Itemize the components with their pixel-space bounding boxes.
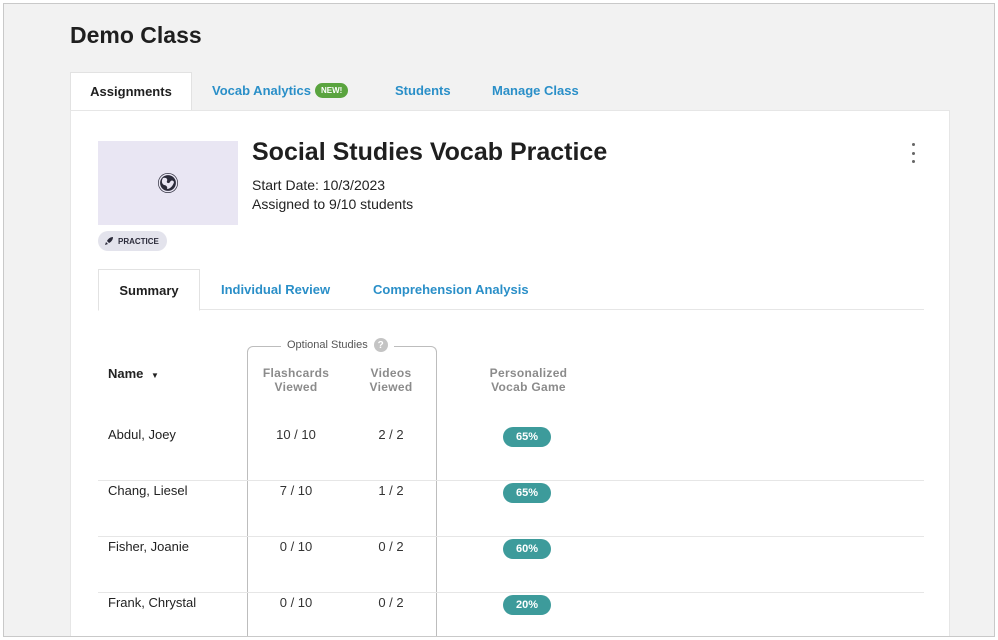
flashcards-header: Flashcards Viewed: [256, 366, 336, 394]
assignment-thumbnail: [98, 141, 238, 225]
game-header-line2: Vocab Game: [491, 380, 566, 394]
flashcards-header-line1: Flashcards: [262, 366, 330, 380]
videos-value: 0 / 2: [378, 595, 404, 610]
new-badge: NEW!: [314, 83, 349, 98]
table-row[interactable]: Fisher, Joanie 0 / 10 0 / 2 60%: [98, 537, 924, 593]
app-frame: Demo Class Assignments Vocab Analytics NE…: [3, 3, 995, 637]
flashcards-header-line2: Viewed: [274, 380, 318, 394]
rocket-icon: [105, 237, 113, 245]
videos-value: 0 / 2: [378, 539, 404, 554]
game-header-line1: Personalized: [489, 366, 568, 380]
videos-header-line2: Viewed: [369, 380, 413, 394]
flashcards-value: 0 / 10: [279, 539, 313, 554]
student-name: Fisher, Joanie: [108, 539, 189, 554]
flashcards-value: 7 / 10: [279, 483, 313, 498]
score-badge: 65%: [503, 427, 551, 447]
videos-value: 1 / 2: [378, 483, 404, 498]
assignment-card: PRACTICE Social Studies Vocab Practice S…: [70, 110, 950, 636]
tab-summary[interactable]: Summary: [98, 269, 200, 311]
help-icon[interactable]: ?: [373, 338, 388, 352]
tab-vocab-analytics-label: Vocab Analytics: [212, 83, 311, 98]
tab-students[interactable]: Students: [395, 72, 451, 110]
practice-badge-label: PRACTICE: [118, 236, 159, 246]
flashcards-value: 10 / 10: [276, 427, 316, 442]
tab-vocab-analytics[interactable]: Vocab Analytics NEW!: [212, 72, 349, 110]
game-header: Personalized Vocab Game: [476, 366, 581, 394]
name-column-header[interactable]: Name ▼: [108, 366, 159, 381]
tab-comprehension-analysis[interactable]: Comprehension Analysis: [373, 269, 529, 310]
practice-badge: PRACTICE: [98, 231, 167, 251]
class-title: Demo Class: [70, 22, 202, 48]
videos-value: 2 / 2: [378, 427, 404, 442]
student-name: Frank, Chrystal: [108, 595, 197, 610]
start-date: Start Date: 10/3/2023: [252, 177, 386, 193]
globe-icon: [158, 173, 178, 193]
score-badge: 60%: [503, 539, 551, 559]
student-name: Chang, Liesel: [108, 483, 188, 498]
tab-manage-class[interactable]: Manage Class: [492, 72, 579, 110]
tab-individual-review[interactable]: Individual Review: [221, 269, 330, 310]
more-options-icon[interactable]: [909, 143, 917, 163]
videos-header-line1: Videos: [370, 366, 412, 380]
table-row[interactable]: Chang, Liesel 7 / 10 1 / 2 65%: [98, 481, 924, 537]
sub-tabs: Summary Individual Review Comprehension …: [98, 269, 924, 311]
table-row[interactable]: Frank, Chrystal 0 / 10 0 / 2 20%: [98, 593, 924, 636]
table-row[interactable]: Abdul, Joey 10 / 10 2 / 2 65%: [98, 425, 924, 481]
optional-studies-label: Optional Studies ?: [281, 338, 394, 352]
assignment-title: Social Studies Vocab Practice: [252, 138, 608, 166]
optional-studies-text: Optional Studies: [287, 339, 368, 351]
name-header-label: Name: [108, 366, 144, 381]
videos-header: Videos Viewed: [351, 366, 431, 394]
assigned-count: Assigned to 9/10 students: [252, 196, 414, 212]
main-tabs: Assignments Vocab Analytics NEW! Students…: [70, 72, 950, 110]
tab-assignments[interactable]: Assignments: [70, 72, 192, 110]
score-badge: 20%: [503, 595, 551, 615]
student-name: Abdul, Joey: [108, 427, 176, 442]
flashcards-value: 0 / 10: [279, 595, 313, 610]
score-badge: 65%: [503, 483, 551, 503]
sort-down-icon: ▼: [151, 371, 159, 380]
